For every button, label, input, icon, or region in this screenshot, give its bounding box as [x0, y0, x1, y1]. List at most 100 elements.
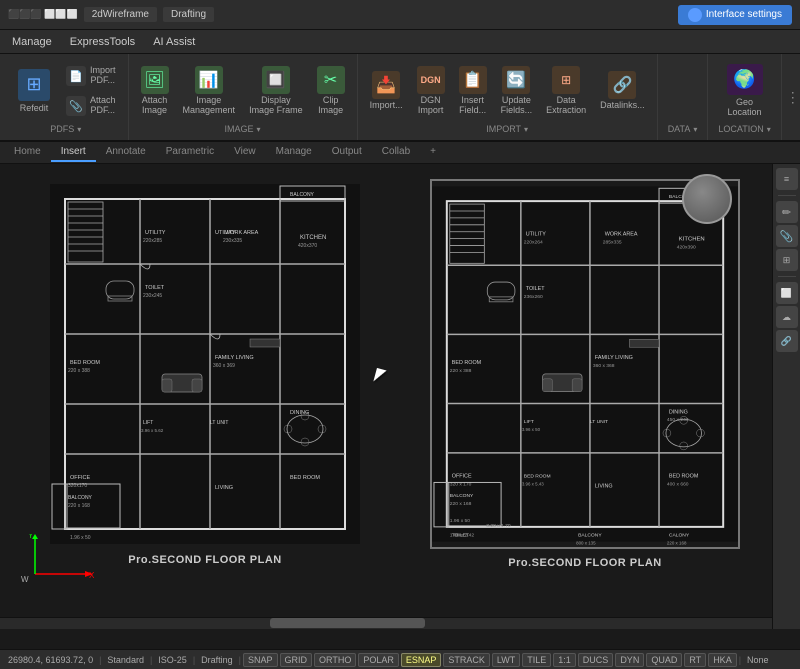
ortho-btn[interactable]: ORTHO: [314, 653, 356, 667]
ribbon-btn-import[interactable]: 📥 Import...: [364, 60, 409, 122]
grid-btn[interactable]: GRID: [280, 653, 313, 667]
tab-plus[interactable]: +: [420, 143, 446, 162]
pdfs-section-label[interactable]: PDFS: [46, 122, 85, 136]
tab-insert[interactable]: Insert: [51, 143, 96, 162]
horizontal-scroll-thumb[interactable]: [270, 618, 424, 628]
quad-btn[interactable]: QUAD: [646, 653, 682, 667]
tab-collab[interactable]: Collab: [372, 143, 420, 162]
svg-text:LT UNIT: LT UNIT: [590, 419, 608, 425]
import-section-label[interactable]: IMPORT: [482, 122, 532, 136]
view-mode[interactable]: 2dWireframe: [84, 7, 157, 22]
svg-text:LT UNIT: LT UNIT: [210, 420, 228, 426]
ribbon-btn-attach-pdf[interactable]: 📎 AttachPDF...: [60, 92, 122, 120]
ribbon-btn-datalinks[interactable]: 🔗 Datalinks...: [594, 60, 651, 122]
rt-layer-btn[interactable]: ⬜: [776, 282, 798, 304]
floor-plan-right: KITCHEN 420x390 UTILITY 220x264 WORK ARE…: [430, 179, 740, 549]
rt-link-btn[interactable]: 🔗: [776, 330, 798, 352]
floor-plan-left: KITCHEN 420x370 UTILITY 220x285 UTILITY …: [50, 184, 360, 544]
snap-btn[interactable]: SNAP: [243, 653, 278, 667]
rt-pen-btn[interactable]: ✏: [776, 201, 798, 223]
display-frame-label: DisplayImage Frame: [249, 96, 303, 116]
rt-grid-btn[interactable]: ⊞: [776, 249, 798, 271]
ribbon-btn-refedit[interactable]: ⊞ Refedit: [10, 60, 58, 122]
rt-sep-2: [778, 276, 796, 277]
rt-btn[interactable]: RT: [684, 653, 706, 667]
horizontal-scrollbar[interactable]: [0, 617, 772, 629]
menu-ai-assist[interactable]: AI Assist: [145, 33, 203, 51]
refedit-label: Refedit: [20, 104, 49, 114]
ribbon: ⊞ Refedit 📄 ImportPDF... 📎 AttachPDF... …: [0, 54, 800, 142]
tab-manage[interactable]: Manage: [266, 143, 322, 162]
svg-text:OFFICE: OFFICE: [452, 474, 472, 480]
ribbon-btn-import-pdf[interactable]: 📄 ImportPDF...: [60, 62, 122, 90]
lwt-btn[interactable]: LWT: [492, 653, 520, 667]
ratio-btn[interactable]: 1:1: [553, 653, 576, 667]
ribbon-btn-clip-image[interactable]: ✂ ClipImage: [311, 60, 351, 122]
svg-text:UTILITY: UTILITY: [526, 232, 547, 238]
dgn-import-icon: DGN: [417, 66, 445, 94]
svg-text:230x335: 230x335: [223, 238, 242, 244]
svg-text:BALCONY: BALCONY: [290, 192, 315, 198]
ribbon-buttons-pdfs: ⊞ Refedit 📄 ImportPDF... 📎 AttachPDF...: [10, 56, 122, 122]
tab-home[interactable]: Home: [4, 143, 51, 162]
ribbon-btn-display-frame[interactable]: 🔲 DisplayImage Frame: [243, 60, 309, 122]
refedit-icon: ⊞: [18, 69, 50, 101]
tile-btn[interactable]: TILE: [522, 653, 551, 667]
ribbon-section-pdfs: ⊞ Refedit 📄 ImportPDF... 📎 AttachPDF... …: [4, 54, 129, 140]
standard: Standard: [103, 655, 148, 665]
viewport-navigation[interactable]: [682, 174, 732, 224]
ribbon-btn-dgn-import[interactable]: DGN DGNImport: [411, 60, 451, 122]
ribbon-expand-btn[interactable]: ⋮⋮: [786, 89, 800, 106]
ribbon-btn-geo-location[interactable]: 🌍 GeoLocation: [719, 60, 771, 122]
ribbon-btn-insert-field[interactable]: 📋 InsertField...: [453, 60, 493, 122]
hka-btn[interactable]: HKA: [708, 653, 737, 667]
rt-properties-btn[interactable]: ≡: [776, 168, 798, 190]
ducs-btn[interactable]: DUCS: [578, 653, 614, 667]
datalinks-icon: 🔗: [608, 71, 636, 99]
rt-cloud-btn[interactable]: ☁: [776, 306, 798, 328]
svg-text:LIFT: LIFT: [524, 419, 534, 425]
ribbon-btn-image-mgmt[interactable]: 📊 ImageManagement: [177, 60, 242, 122]
image-section-label[interactable]: IMAGE: [221, 122, 265, 136]
drafting-status: Drafting: [197, 655, 237, 665]
polar-btn[interactable]: POLAR: [358, 653, 399, 667]
svg-text:CALONY: CALONY: [669, 533, 690, 539]
plan-right-title: Pro.SECOND FLOOR PLAN: [508, 557, 662, 569]
ribbon-btn-attach-image[interactable]: 🖼 AttachImage: [135, 60, 175, 122]
floor-plan-right-svg: KITCHEN 420x390 UTILITY 220x264 WORK ARE…: [432, 181, 738, 547]
tab-output[interactable]: Output: [322, 143, 372, 162]
coordinate-cross: X Y W: [15, 534, 95, 594]
canvas-area[interactable]: KITCHEN 420x370 UTILITY 220x285 UTILITY …: [0, 164, 772, 629]
esnap-btn[interactable]: ESNAP: [401, 653, 442, 667]
tab-parametric[interactable]: Parametric: [156, 143, 224, 162]
ribbon-btn-update-fields[interactable]: 🔄 UpdateFields...: [495, 60, 539, 122]
tab-bar: Home Insert Annotate Parametric View Man…: [0, 142, 800, 164]
svg-text:3.28 x 1.70: 3.28 x 1.70: [486, 523, 511, 529]
svg-text:TOILET: TOILET: [526, 286, 546, 292]
right-toolbar: ≡ ✏ 📎 ⊞ ⬜ ☁ 🔗: [772, 164, 800, 629]
import-pdf-icon: 📄: [66, 66, 86, 86]
rt-clip-btn[interactable]: 📎: [776, 225, 798, 247]
tab-annotate[interactable]: Annotate: [96, 143, 156, 162]
svg-text:220x264: 220x264: [524, 240, 543, 246]
svg-text:LIVING: LIVING: [595, 483, 613, 489]
svg-text:KITCHEN: KITCHEN: [300, 235, 326, 241]
svg-text:DINING: DINING: [669, 409, 688, 415]
ribbon-section-data: DATA: [658, 54, 709, 140]
svg-text:WORK AREA: WORK AREA: [605, 232, 638, 238]
svg-text:Y: Y: [28, 534, 34, 540]
ribbon-section-location: 🌍 GeoLocation LOCATION: [708, 54, 781, 140]
drafting-mode[interactable]: Drafting: [163, 7, 214, 22]
interface-settings-button[interactable]: Interface settings: [678, 5, 792, 25]
floor-plan-left-svg: KITCHEN 420x370 UTILITY 220x285 UTILITY …: [50, 184, 360, 544]
ribbon-btn-data-extraction[interactable]: ⊞ DataExtraction: [540, 60, 592, 122]
rt-sep-1: [778, 195, 796, 196]
menu-manage[interactable]: Manage: [4, 33, 60, 51]
menu-expresstools[interactable]: ExpressTools: [62, 33, 143, 51]
data-section-label[interactable]: DATA: [664, 122, 702, 136]
tab-view[interactable]: View: [224, 143, 266, 162]
dyn-btn[interactable]: DYN: [615, 653, 644, 667]
svg-text:FAMILY LIVING: FAMILY LIVING: [595, 355, 633, 361]
strack-btn[interactable]: STRACK: [443, 653, 490, 667]
svg-text:220x285: 220x285: [143, 238, 162, 244]
